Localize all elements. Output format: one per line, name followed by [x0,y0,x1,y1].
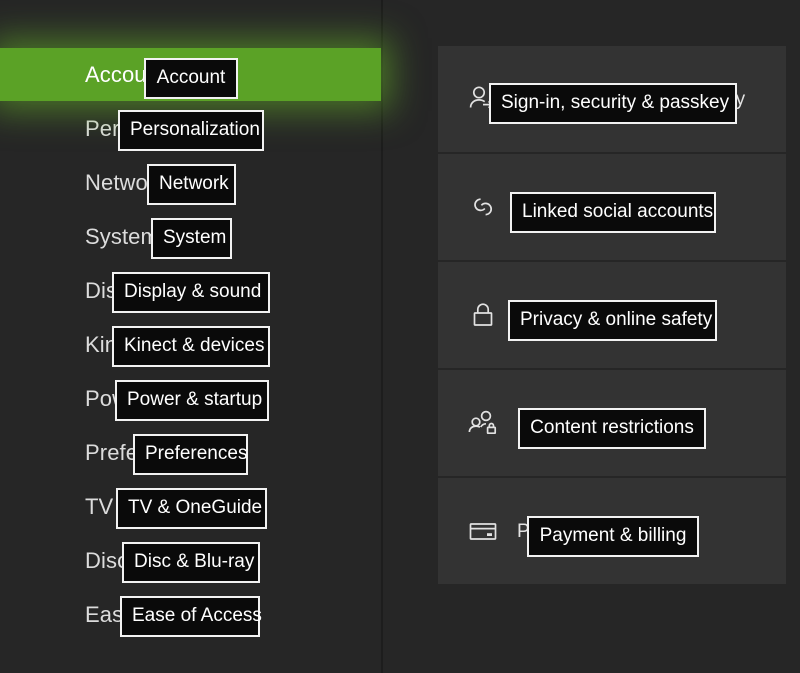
annotation-tag-kinect-devices[interactable]: Kinect & devices [112,326,270,367]
xbox-settings-screen: Account Personalization Network System Displ… [0,0,800,673]
annotation-tag-content-restrictions[interactable]: Content restrictions [518,408,706,449]
annotation-tag-privacy-online-safety[interactable]: Privacy & online safety [508,300,717,341]
sidebar-divider [381,0,383,673]
annotation-tag-account[interactable]: Account [144,58,238,99]
annotation-tag-ease-of-access[interactable]: Ease of Access [120,596,262,637]
card-separator [438,152,786,154]
annotation-tag-personalization[interactable]: Personalization [118,110,264,151]
annotation-tag-preferences[interactable]: Preferences [133,434,248,475]
link-icon [463,187,503,227]
people-lock-icon [463,403,503,443]
card-separator [438,260,786,262]
annotation-tag-network[interactable]: Network [147,164,236,205]
annotation-tag-payment-billing[interactable]: Payment & billing [527,516,699,557]
annotation-tag-sign-in-security-passkey[interactable]: Sign-in, security & passkey [489,83,737,124]
annotation-tag-system[interactable]: System [151,218,232,259]
credit-card-icon [463,511,503,551]
card-separator [438,368,786,370]
lock-icon [463,295,503,335]
card-separator [438,476,786,478]
annotation-tag-display-sound[interactable]: Display & sound [112,272,270,313]
annotation-tag-power-startup[interactable]: Power & startup [115,380,269,421]
annotation-tag-linked-social-accounts[interactable]: Linked social accounts [510,192,716,233]
sidebar-item-label: System [85,223,159,249]
annotation-tag-tv-oneguide[interactable]: TV & OneGuide [116,488,267,529]
annotation-tag-disc-blu-ray[interactable]: Disc & Blu-ray [122,542,260,583]
